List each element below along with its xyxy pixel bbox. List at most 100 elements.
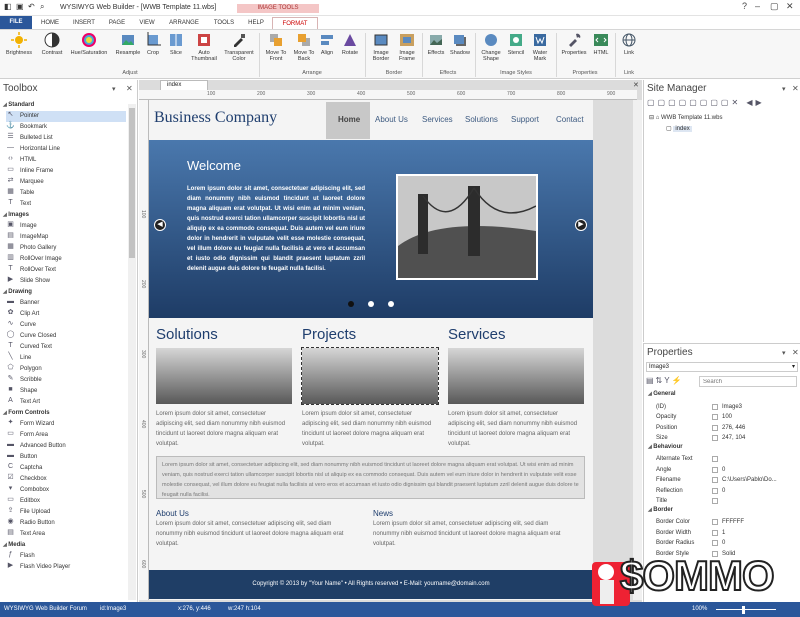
property-value[interactable]: 1 (722, 528, 725, 538)
projects-image-selected[interactable] (301, 347, 439, 405)
property-row[interactable]: Border Radius 0 (656, 538, 784, 548)
toolbox-item-flash[interactable]: ƒ Flash (6, 551, 126, 562)
toolbox-item-advanced-button[interactable]: ▬ Advanced Button (6, 441, 126, 452)
toolbox-category-drawing[interactable]: Drawing (3, 287, 32, 298)
property-row[interactable]: Border Width 1 (656, 528, 784, 538)
property-row[interactable]: Alternate Text (656, 454, 784, 464)
close-icon[interactable]: ✕ (126, 84, 133, 93)
property-value[interactable]: C:\Users\Pablo\Do... (722, 475, 777, 485)
properties-button[interactable]: Properties (559, 32, 589, 56)
property-value[interactable]: Image3 (722, 402, 742, 412)
toolbox-item-table[interactable]: ▦ Table (6, 188, 126, 199)
toolbox-item-flash-video-player[interactable]: ▶ Flash Video Player (6, 562, 126, 573)
change-shape-button[interactable]: Change Shape (478, 32, 504, 62)
close-doc-icon[interactable]: ✕ (633, 81, 639, 89)
toolbox-item-horizontal-line[interactable]: — Horizontal Line (6, 144, 126, 155)
property-value[interactable]: 276, 446 (722, 423, 745, 433)
wide-text-box[interactable]: Lorem ipsum dolor sit amet, consectetuer… (156, 456, 585, 499)
toolbox-category-images[interactable]: Images (3, 210, 29, 221)
toolbox-item-polygon[interactable]: ⬠ Polygon (6, 364, 126, 375)
toolbox-scroll-thumb[interactable] (129, 108, 135, 258)
services-image[interactable] (448, 348, 584, 404)
align-button[interactable]: Align (318, 32, 336, 56)
property-value[interactable]: 0 (722, 538, 725, 548)
property-row[interactable]: Position 276, 446 (656, 423, 784, 433)
property-row[interactable]: Opacity 100 (656, 412, 784, 422)
tab-tools[interactable]: TOOLS (208, 17, 240, 29)
toolbox-item-curve-closed[interactable]: ◯ Curve Closed (6, 331, 126, 342)
nav-support[interactable]: Support (511, 115, 539, 124)
stencil-button[interactable]: Stencil (505, 32, 527, 56)
close-icon[interactable]: ✕ (792, 84, 799, 93)
toolbox-item-editbox[interactable]: ▭ Editbox (6, 496, 126, 507)
property-value[interactable]: 0 (722, 486, 725, 496)
prev-slide-button[interactable]: ◀ (154, 219, 166, 231)
toolbox-item-combobox[interactable]: ▾ Combobox (6, 485, 126, 496)
toolbox-item-photo-gallery[interactable]: ▦ Photo Gallery (6, 243, 126, 254)
toolbox-item-clip-art[interactable]: ✿ Clip Art (6, 309, 126, 320)
property-value[interactable]: FFFFFF (722, 517, 744, 527)
property-group-behaviour[interactable]: Behaviour (648, 444, 682, 450)
tree-project[interactable]: ⊟ ⌂ WWB Template 11.wbs (649, 114, 722, 121)
pin-icon[interactable]: ▾ (112, 85, 116, 93)
tab-format[interactable]: FORMAT (272, 17, 318, 29)
property-row[interactable]: Border Color FFFFFF (656, 517, 784, 527)
tab-insert[interactable]: INSERT (68, 17, 100, 29)
nav-about[interactable]: About Us (375, 115, 408, 124)
toolbox-item-shape[interactable]: ■ Shape (6, 386, 126, 397)
image-border-button[interactable]: Image Border (368, 32, 394, 62)
property-row[interactable]: Angle 0 (656, 465, 784, 475)
toolbox-item-form-area[interactable]: ▭ Form Area (6, 430, 126, 441)
brightness-button[interactable]: Brightness (4, 32, 34, 56)
move-to-front-button[interactable]: Move To Front (262, 32, 290, 62)
toolbox-item-slide-show[interactable]: ▶ Slide Show (6, 276, 126, 287)
close-button[interactable]: ✕ (786, 1, 794, 12)
toolbox-item-image[interactable]: ▣ Image (6, 221, 126, 232)
shadow-button[interactable]: Shadow (448, 32, 472, 56)
rotate-button[interactable]: Rotate (338, 32, 362, 56)
nav-solutions[interactable]: Solutions (465, 115, 498, 124)
contrast-button[interactable]: Contrast (38, 32, 66, 56)
tab-page[interactable]: PAGE (104, 17, 130, 29)
toolbox-item-scribble[interactable]: ✎ Scribble (6, 375, 126, 386)
object-selector[interactable]: Image3 ▾ (646, 362, 798, 372)
toolbox-category-media[interactable]: Media (3, 540, 25, 551)
property-value[interactable]: 0 (722, 465, 725, 475)
toolbox-category-standard[interactable]: Standard (3, 100, 34, 111)
auto-thumbnail-button[interactable]: Auto Thumbnail (188, 32, 220, 62)
property-row[interactable]: Reflection 0 (656, 486, 784, 496)
toolbox-item-line[interactable]: ╲ Line (6, 353, 126, 364)
property-row[interactable]: Size 247, 104 (656, 433, 784, 443)
tab-arrange[interactable]: ARRANGE (164, 17, 204, 29)
transparent-color-button[interactable]: Transparent Color (221, 32, 257, 62)
tab-file[interactable]: FILE (0, 16, 32, 29)
preview-icon[interactable]: ⌕ (40, 2, 44, 12)
property-row[interactable]: Title (656, 496, 784, 506)
property-group-general[interactable]: General (648, 391, 675, 397)
property-row[interactable]: (ID) Image3 (656, 402, 784, 412)
tab-help[interactable]: HELP (242, 17, 270, 29)
undo-icon[interactable]: ↶ (28, 2, 35, 11)
toolbox-item-form-wizard[interactable]: ✦ Form Wizard (6, 419, 126, 430)
solutions-image[interactable] (156, 348, 292, 404)
nav-home[interactable]: Home (338, 115, 360, 124)
save-icon[interactable]: ▣ (16, 2, 24, 11)
editor-scrollbar[interactable] (633, 100, 642, 600)
slide-dot-1[interactable] (348, 301, 354, 307)
properties-search-input[interactable] (699, 376, 797, 387)
toolbox-item-banner[interactable]: ▬ Banner (6, 298, 126, 309)
toolbox-item-bulleted-list[interactable]: ☰ Bulleted List (6, 133, 126, 144)
watermark-button[interactable]: Water Mark (528, 32, 552, 62)
tab-home[interactable]: HOME (36, 17, 64, 29)
nav-services[interactable]: Services (422, 115, 453, 124)
tree-page-index[interactable]: ▢ index (666, 125, 692, 132)
toolbox-item-marquee[interactable]: ⇄ Marquee (6, 177, 126, 188)
toolbox-item-text-area[interactable]: ▤ Text Area (6, 529, 126, 540)
move-to-back-button[interactable]: Move To Back (291, 32, 317, 62)
crop-button[interactable]: Crop (143, 32, 163, 56)
toolbox-item-radio-button[interactable]: ◉ Radio Button (6, 518, 126, 529)
forum-link[interactable]: WYSIWYG Web Builder Forum (4, 602, 87, 617)
property-value[interactable]: 100 (722, 412, 732, 422)
hue-saturation-button[interactable]: Hue/Saturation (66, 32, 112, 56)
property-row[interactable]: Filename C:\Users\Pablo\Do... (656, 475, 784, 485)
